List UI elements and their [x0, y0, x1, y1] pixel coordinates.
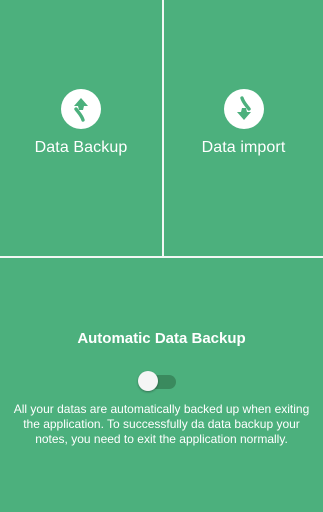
data-backup-button[interactable]: Data Backup [0, 0, 162, 256]
import-arrow-down-icon [223, 89, 264, 129]
horizontal-divider [0, 256, 323, 258]
data-import-button[interactable]: Data import [164, 0, 323, 256]
automatic-backup-toggle[interactable] [138, 370, 178, 392]
data-import-label: Data import [201, 139, 286, 156]
backup-arrow-up-icon-graphic [74, 98, 88, 122]
automatic-backup-title: Automatic Data Backup [77, 330, 246, 347]
toggle-thumb [138, 371, 158, 391]
backup-arrow-up-icon [61, 89, 101, 129]
data-backup-label: Data Backup [34, 139, 128, 156]
automatic-backup-description: All your datas are automatically backed … [13, 402, 310, 446]
import-arrow-down-icon-graphic [236, 96, 251, 120]
